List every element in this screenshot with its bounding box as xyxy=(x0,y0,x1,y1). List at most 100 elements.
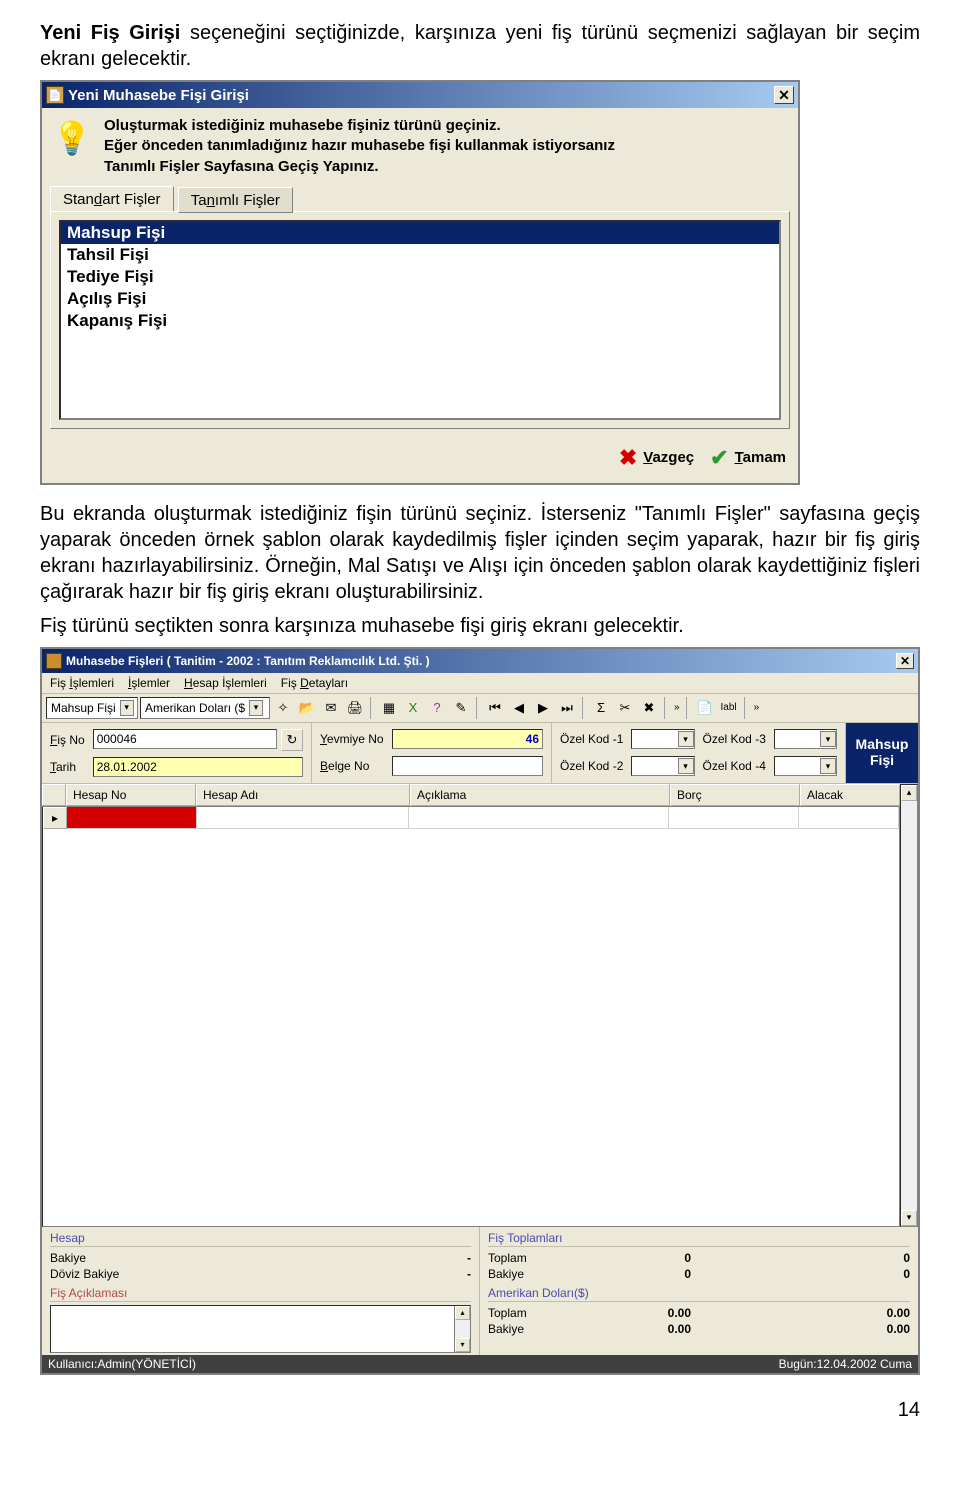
separator xyxy=(582,697,586,719)
cell-alacak[interactable] xyxy=(799,807,899,829)
overflow-icon[interactable]: » xyxy=(672,702,682,713)
intro-bold: Yeni Fiş Girişi xyxy=(40,22,180,44)
cancel-button[interactable]: ✖ Vazgeç xyxy=(619,445,694,471)
vertical-scrollbar[interactable]: ▴ ▾ xyxy=(900,784,918,1227)
oz4-label: Özel Kod -4 xyxy=(703,759,766,773)
tool-next-icon[interactable]: ▶ xyxy=(532,697,554,719)
kv-row: Bakiye- xyxy=(50,1250,471,1266)
desc-line-1: Oluşturmak istediğiniz muhasebe fişiniz … xyxy=(104,116,615,136)
menu-item[interactable]: Hesap İşlemleri xyxy=(184,676,267,690)
grid-column-header[interactable] xyxy=(42,784,66,806)
ozelkod3-combo[interactable]: ▾ xyxy=(774,729,837,749)
tool-last-icon[interactable]: ⏭ xyxy=(556,697,578,719)
fisno-label: Fiş No xyxy=(50,733,85,747)
chevron-down-icon[interactable]: ▾ xyxy=(820,731,836,747)
belge-input[interactable] xyxy=(392,756,543,776)
chevron-down-icon[interactable]: ▾ xyxy=(249,700,263,716)
scroll-down-icon[interactable]: ▾ xyxy=(901,1210,917,1226)
tool-print-icon[interactable]: 🖨 xyxy=(344,697,366,719)
refresh-icon[interactable]: ↻ xyxy=(281,729,303,751)
voucher-window: Muhasebe Fişleri ( Tanitim - 2002 : Tanı… xyxy=(40,647,920,1375)
close-icon[interactable]: ✕ xyxy=(896,653,914,669)
status-date: Bugün:12.04.2002 Cuma xyxy=(779,1357,912,1371)
separator xyxy=(686,697,690,719)
ok-button[interactable]: ✔ Tamam xyxy=(710,445,786,471)
list-item[interactable]: Tahsil Fişi xyxy=(61,244,779,266)
grid-row[interactable]: ▸ xyxy=(43,807,899,829)
voucher-type-combo[interactable]: Mahsup Fişi ▾ xyxy=(46,697,138,719)
separator xyxy=(370,697,374,719)
tab-standart-fisler[interactable]: Standart Fişler xyxy=(50,186,174,211)
cell-aciklama[interactable] xyxy=(409,807,669,829)
menu-item[interactable]: Fiş İşlemleri xyxy=(50,676,114,690)
tool-settings-icon[interactable]: ✖ xyxy=(638,697,660,719)
grid-column-header[interactable]: Borç xyxy=(670,784,800,806)
kv-row: 0.00 xyxy=(707,1321,910,1337)
memo-scrollbar[interactable]: ▴ ▾ xyxy=(454,1306,470,1352)
cell-hesapno[interactable] xyxy=(67,807,197,829)
list-item[interactable]: Tediye Fişi xyxy=(61,266,779,288)
dialog-title-text: Yeni Muhasebe Fişi Girişi xyxy=(68,87,774,104)
lightbulb-icon: 💡 xyxy=(50,116,94,160)
scroll-track[interactable] xyxy=(901,801,917,1210)
list-item[interactable]: Açılış Fişi xyxy=(61,288,779,310)
tool-grid-icon[interactable]: ▦ xyxy=(378,697,400,719)
tool-abi-icon[interactable]: Iabl xyxy=(718,697,740,719)
list-item[interactable]: Mahsup Fişi xyxy=(61,222,779,244)
menu-item[interactable]: İşlemler xyxy=(128,676,170,690)
toolbar: Mahsup Fişi ▾ Amerikan Doları ($ ▾ ✧ 📂 ✉… xyxy=(42,694,918,723)
yevno-label: Yevmiye No xyxy=(320,732,384,746)
chevron-down-icon[interactable]: ▾ xyxy=(120,700,134,716)
tool-doc-icon[interactable]: 📄 xyxy=(694,697,716,719)
status-user: Kullanıcı:Admin(YÖNETİCİ) xyxy=(48,1357,196,1371)
tool-pen-icon[interactable]: ✎ xyxy=(450,697,472,719)
grid-column-header[interactable]: Alacak xyxy=(800,784,900,806)
voucher-type-list[interactable]: Mahsup FişiTahsil FişiTediye FişiAçılış … xyxy=(59,220,781,420)
tarih-input[interactable]: 28.01.2002 xyxy=(93,757,303,777)
tool-help-icon[interactable]: ? xyxy=(426,697,448,719)
cell-hesapadi[interactable] xyxy=(197,807,409,829)
list-item[interactable]: Kapanış Fişi xyxy=(61,310,779,332)
paragraph-2: Bu ekranda oluşturmak istediğiniz fişin … xyxy=(40,501,920,605)
tool-mail-icon[interactable]: ✉ xyxy=(320,697,342,719)
tool-new-icon[interactable]: ✧ xyxy=(272,697,294,719)
statusbar: Kullanıcı:Admin(YÖNETİCİ) Bugün:12.04.20… xyxy=(42,1355,918,1373)
tool-excel-icon[interactable]: X xyxy=(402,697,424,719)
ozelkod1-combo[interactable]: ▾ xyxy=(631,729,694,749)
cell-borc[interactable] xyxy=(669,807,799,829)
tool-scissors-icon[interactable]: ✂ xyxy=(614,697,636,719)
voucher-badge: Mahsup Fişi xyxy=(846,723,918,783)
grid-column-header[interactable]: Açıklama xyxy=(410,784,670,806)
grid-column-header[interactable]: Hesap No xyxy=(66,784,196,806)
tool-sum-icon[interactable]: Σ xyxy=(590,697,612,719)
chevron-down-icon[interactable]: ▾ xyxy=(678,731,694,747)
chevron-down-icon[interactable]: ▾ xyxy=(678,758,694,774)
dialog-icon: 📄 xyxy=(46,86,64,104)
tool-open-icon[interactable]: 📂 xyxy=(296,697,318,719)
grid-body[interactable]: ▸ xyxy=(42,807,900,1227)
currency-combo[interactable]: Amerikan Doları ($ ▾ xyxy=(140,697,270,719)
dialog-titlebar[interactable]: 📄 Yeni Muhasebe Fişi Girişi ✕ xyxy=(42,82,798,108)
overflow-icon[interactable]: » xyxy=(752,702,762,713)
kv-row: Toplam0 xyxy=(488,1250,691,1266)
ozelkod2-combo[interactable]: ▾ xyxy=(631,756,694,776)
tool-first-icon[interactable]: ⏮ xyxy=(484,697,506,719)
scroll-up-icon[interactable]: ▴ xyxy=(901,785,917,801)
menu-item[interactable]: Fiş Detayları xyxy=(281,676,348,690)
scroll-up-icon[interactable]: ▴ xyxy=(455,1306,470,1320)
tab-tanimli-fisler[interactable]: Tanımlı Fişler xyxy=(178,187,293,213)
tab-page: Mahsup FişiTahsil FişiTediye FişiAçılış … xyxy=(50,211,790,429)
close-icon[interactable]: ✕ xyxy=(774,86,794,104)
grid-column-header[interactable]: Hesap Adı xyxy=(196,784,410,806)
ozelkod4-combo[interactable]: ▾ xyxy=(774,756,837,776)
tool-prev-icon[interactable]: ◀ xyxy=(508,697,530,719)
fisno-input[interactable]: 000046 xyxy=(93,729,277,749)
chevron-down-icon[interactable]: ▾ xyxy=(820,758,836,774)
separator xyxy=(664,697,668,719)
yevno-input[interactable]: 46 xyxy=(392,729,543,749)
intro-paragraph: Yeni Fiş Girişi seçeneğini seçtiğinizde,… xyxy=(40,20,920,72)
scroll-down-icon[interactable]: ▾ xyxy=(455,1338,470,1352)
doviz-group-title: Amerikan Doları($) xyxy=(488,1286,910,1302)
aciklama-textarea[interactable]: ▴ ▾ xyxy=(50,1305,471,1353)
window-titlebar[interactable]: Muhasebe Fişleri ( Tanitim - 2002 : Tanı… xyxy=(42,649,918,673)
